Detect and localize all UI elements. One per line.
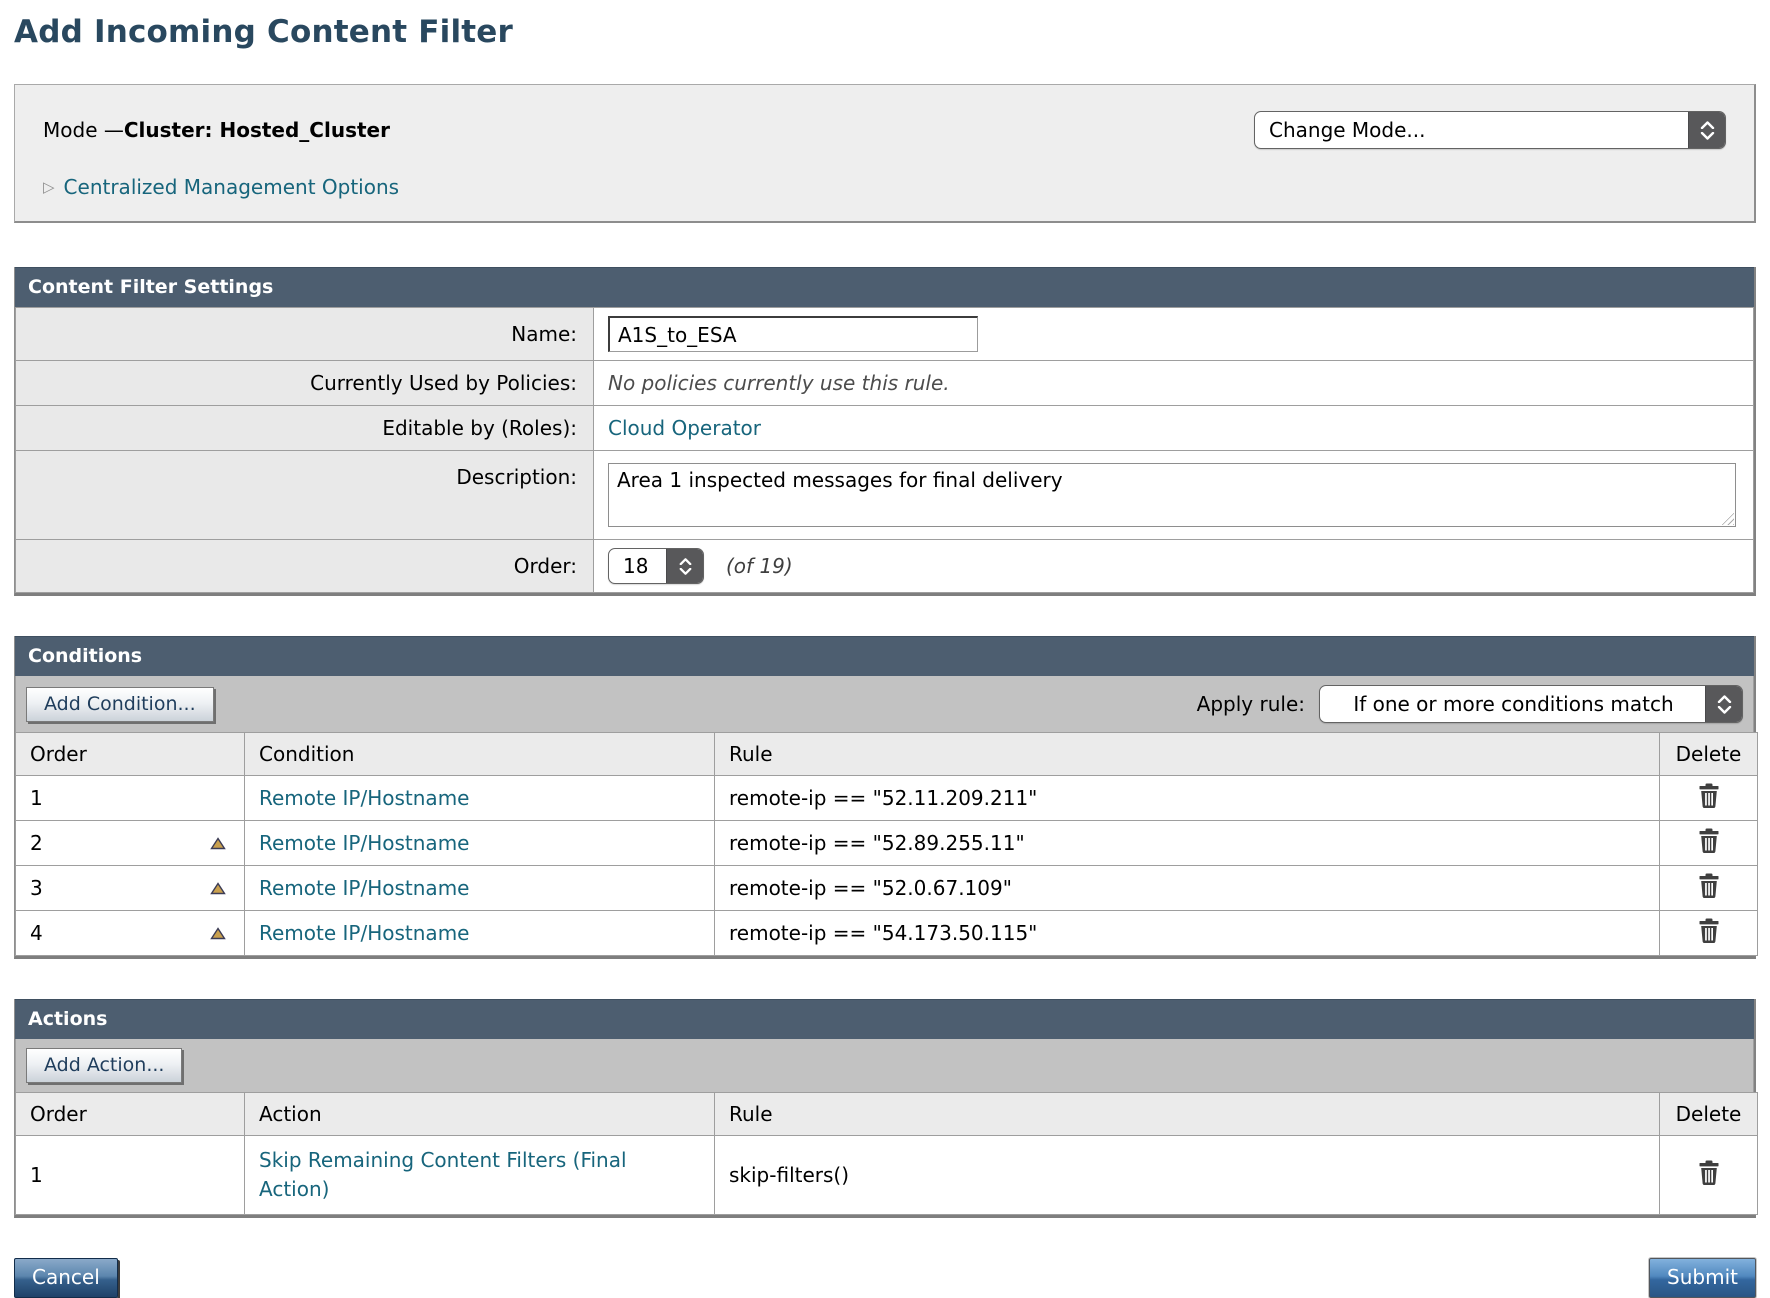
description-textarea[interactable]: Area 1 inspected messages for final deli…	[608, 463, 1736, 527]
delete-trash-icon[interactable]	[1698, 918, 1720, 944]
action-link[interactable]: Skip Remaining Content Filters (Final Ac…	[259, 1148, 627, 1201]
condition-rule: remote-ip == "54.173.50.115"	[715, 911, 1660, 956]
submit-button[interactable]: Submit	[1649, 1258, 1756, 1298]
col-order: Order	[16, 1093, 245, 1136]
name-input[interactable]	[608, 316, 978, 352]
delete-trash-icon[interactable]	[1698, 828, 1720, 854]
policies-value: No policies currently use this rule.	[608, 371, 950, 395]
conditions-panel: Conditions Add Condition... Apply rule: …	[14, 636, 1756, 959]
condition-order: 3	[30, 876, 43, 900]
apply-rule-select[interactable]: If one or more conditions match	[1319, 685, 1743, 723]
action-rule: skip-filters()	[715, 1136, 1660, 1215]
roles-label: Editable by (Roles):	[16, 406, 594, 451]
move-up-icon[interactable]	[210, 882, 226, 895]
move-up-icon[interactable]	[210, 927, 226, 940]
order-label: Order:	[16, 540, 594, 593]
action-row: 1 Skip Remaining Content Filters (Final …	[16, 1136, 1758, 1215]
select-spinner-icon	[666, 549, 703, 583]
change-mode-select[interactable]: Change Mode...	[1254, 111, 1726, 149]
delete-trash-icon[interactable]	[1698, 1160, 1720, 1186]
move-up-icon[interactable]	[210, 837, 226, 850]
condition-link[interactable]: Remote IP/Hostname	[259, 831, 469, 855]
col-action: Action	[245, 1093, 715, 1136]
settings-row-order: Order: 18 (of 19)	[16, 540, 1754, 593]
mode-value: Cluster: Hosted_Cluster	[124, 118, 390, 142]
conditions-header: Conditions	[15, 636, 1754, 676]
page-title: Add Incoming Content Filter	[14, 14, 1756, 50]
col-rule: Rule	[715, 1093, 1660, 1136]
centralized-management-options-link[interactable]: Centralized Management Options	[64, 175, 400, 199]
col-delete: Delete	[1660, 1093, 1758, 1136]
order-selected: 18	[609, 549, 666, 583]
actions-toolbar: Add Action...	[15, 1039, 1754, 1092]
footer-actions: Cancel Submit	[14, 1258, 1756, 1298]
col-delete: Delete	[1660, 733, 1758, 776]
actions-header-row: Order Action Rule Delete	[16, 1093, 1758, 1136]
col-rule: Rule	[715, 733, 1660, 776]
settings-row-roles: Editable by (Roles): Cloud Operator	[16, 406, 1754, 451]
apply-rule-selected: If one or more conditions match	[1320, 686, 1705, 722]
cancel-button[interactable]: Cancel	[14, 1258, 118, 1298]
select-spinner-icon	[1688, 112, 1725, 148]
order-select[interactable]: 18	[608, 548, 704, 584]
add-condition-button[interactable]: Add Condition...	[26, 687, 214, 722]
settings-row-description: Description: Area 1 inspected messages f…	[16, 451, 1754, 540]
conditions-toolbar: Add Condition... Apply rule: If one or m…	[15, 676, 1754, 732]
col-condition: Condition	[245, 733, 715, 776]
change-mode-selected: Change Mode...	[1255, 112, 1688, 148]
actions-panel: Actions Add Action... Order Action Rule …	[14, 999, 1756, 1218]
policies-label: Currently Used by Policies:	[16, 361, 594, 406]
mode-panel: Mode —Cluster: Hosted_Cluster Change Mod…	[14, 84, 1756, 223]
condition-row: 3 Remote IP/Hostname remote-ip == "52.0.…	[16, 866, 1758, 911]
content-filter-settings-panel: Content Filter Settings Name: Currently …	[14, 267, 1756, 596]
order-of-text: (of 19)	[726, 554, 793, 578]
condition-rule: remote-ip == "52.0.67.109"	[715, 866, 1660, 911]
condition-order: 2	[30, 831, 43, 855]
condition-link[interactable]: Remote IP/Hostname	[259, 786, 469, 810]
actions-header: Actions	[15, 999, 1754, 1039]
col-order: Order	[16, 733, 245, 776]
conditions-table: Order Condition Rule Delete 1 Remote IP/…	[15, 732, 1758, 956]
condition-order: 1	[30, 786, 43, 810]
settings-row-policies: Currently Used by Policies: No policies …	[16, 361, 1754, 406]
description-label: Description:	[16, 451, 594, 540]
cloud-operator-link[interactable]: Cloud Operator	[608, 416, 761, 440]
mode-text: Mode —Cluster: Hosted_Cluster	[43, 118, 390, 142]
condition-link[interactable]: Remote IP/Hostname	[259, 921, 469, 945]
condition-rule: remote-ip == "52.11.209.211"	[715, 776, 1660, 821]
settings-row-name: Name:	[16, 308, 1754, 361]
name-label: Name:	[16, 308, 594, 361]
settings-header: Content Filter Settings	[15, 267, 1754, 307]
delete-trash-icon[interactable]	[1698, 873, 1720, 899]
condition-rule: remote-ip == "52.89.255.11"	[715, 821, 1660, 866]
condition-link[interactable]: Remote IP/Hostname	[259, 876, 469, 900]
mode-label: Mode —	[43, 118, 124, 142]
settings-table: Name: Currently Used by Policies: No pol…	[15, 307, 1754, 593]
condition-order: 4	[30, 921, 43, 945]
conditions-header-row: Order Condition Rule Delete	[16, 733, 1758, 776]
actions-table: Order Action Rule Delete 1 Skip Remainin…	[15, 1092, 1758, 1215]
disclosure-triangle-icon: ▷	[43, 178, 55, 196]
apply-rule-label: Apply rule:	[1197, 692, 1305, 716]
action-order: 1	[30, 1163, 43, 1187]
condition-row: 2 Remote IP/Hostname remote-ip == "52.89…	[16, 821, 1758, 866]
condition-row: 1 Remote IP/Hostname remote-ip == "52.11…	[16, 776, 1758, 821]
add-action-button[interactable]: Add Action...	[26, 1048, 182, 1083]
select-spinner-icon	[1705, 686, 1742, 722]
delete-trash-icon[interactable]	[1698, 783, 1720, 809]
condition-row: 4 Remote IP/Hostname remote-ip == "54.17…	[16, 911, 1758, 956]
